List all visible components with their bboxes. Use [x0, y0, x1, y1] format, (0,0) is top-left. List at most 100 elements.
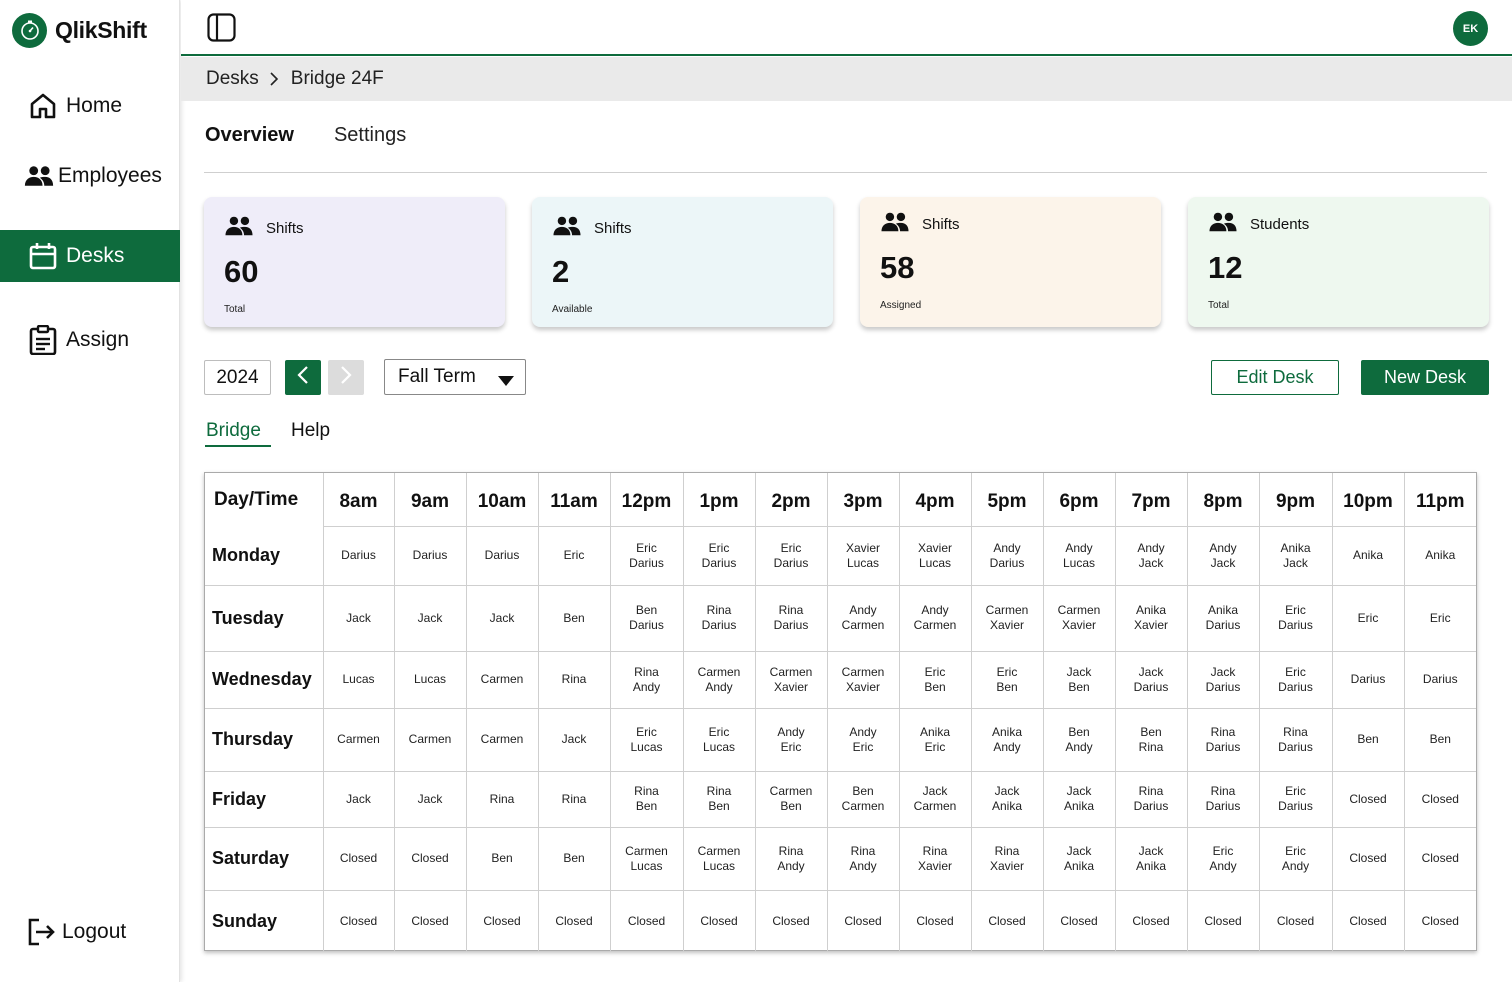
schedule-cell[interactable]: Closed: [322, 889, 395, 952]
schedule-cell[interactable]: Jack Anika: [1042, 770, 1116, 828]
schedule-cell[interactable]: Anika Andy: [970, 707, 1044, 772]
schedule-cell[interactable]: Lucas: [322, 650, 395, 709]
schedule-cell[interactable]: Rina Xavier: [970, 826, 1044, 891]
sidebar-item-assign[interactable]: Assign: [0, 314, 180, 366]
schedule-cell[interactable]: Rina Ben: [682, 770, 756, 828]
schedule-cell[interactable]: Jack: [322, 584, 395, 652]
schedule-cell[interactable]: Eric Darius: [1258, 584, 1333, 652]
schedule-cell[interactable]: Andy Lucas: [1042, 525, 1116, 586]
schedule-cell[interactable]: Lucas: [393, 650, 467, 709]
schedule-cell[interactable]: Closed: [898, 889, 972, 952]
schedule-cell[interactable]: Closed: [537, 889, 611, 952]
schedule-cell[interactable]: Carmen Lucas: [682, 826, 756, 891]
sidebar-item-employees[interactable]: Employees: [0, 150, 180, 202]
schedule-cell[interactable]: Closed: [1403, 826, 1476, 891]
schedule-cell[interactable]: Jack Anika: [1042, 826, 1116, 891]
schedule-cell[interactable]: Ben: [537, 826, 611, 891]
schedule-cell[interactable]: Carmen Xavier: [1042, 584, 1116, 652]
schedule-cell[interactable]: Jack: [322, 770, 395, 828]
schedule-cell[interactable]: Jack Darius: [1114, 650, 1188, 709]
schedule-cell[interactable]: Jack: [393, 770, 467, 828]
schedule-cell[interactable]: Closed: [1258, 889, 1333, 952]
schedule-cell[interactable]: Closed: [1186, 889, 1260, 952]
schedule-cell[interactable]: Eric Darius: [1258, 770, 1333, 828]
schedule-cell[interactable]: Eric: [1331, 584, 1405, 652]
schedule-cell[interactable]: Eric Darius: [1258, 650, 1333, 709]
tab-bridge[interactable]: Bridge: [206, 420, 261, 442]
schedule-cell[interactable]: Rina Andy: [826, 826, 900, 891]
schedule-cell[interactable]: Ben Andy: [1042, 707, 1116, 772]
schedule-cell[interactable]: Jack Anika: [1114, 826, 1188, 891]
schedule-cell[interactable]: Anika Darius: [1186, 584, 1260, 652]
schedule-cell[interactable]: Carmen: [393, 707, 467, 772]
schedule-cell[interactable]: Ben: [1331, 707, 1405, 772]
schedule-cell[interactable]: Xavier Lucas: [898, 525, 972, 586]
sidebar-toggle-icon[interactable]: [207, 13, 236, 42]
breadcrumb-desks[interactable]: Desks: [206, 68, 259, 90]
tab-help[interactable]: Help: [291, 420, 330, 442]
schedule-cell[interactable]: Eric Andy: [1186, 826, 1260, 891]
schedule-cell[interactable]: Closed: [609, 889, 684, 952]
schedule-cell[interactable]: Eric Andy: [1258, 826, 1333, 891]
schedule-cell[interactable]: Jack Carmen: [898, 770, 972, 828]
edit-desk-button[interactable]: Edit Desk: [1211, 360, 1339, 395]
schedule-cell[interactable]: Closed: [1331, 889, 1405, 952]
schedule-cell[interactable]: Darius: [1331, 650, 1405, 709]
schedule-cell[interactable]: Darius: [393, 525, 467, 586]
schedule-cell[interactable]: Xavier Lucas: [826, 525, 900, 586]
schedule-cell[interactable]: Rina Darius: [1258, 707, 1333, 772]
schedule-cell[interactable]: Closed: [1331, 826, 1405, 891]
schedule-cell[interactable]: Eric Darius: [682, 525, 756, 586]
schedule-cell[interactable]: Closed: [393, 826, 467, 891]
schedule-cell[interactable]: Ben Darius: [609, 584, 684, 652]
schedule-cell[interactable]: Carmen Andy: [682, 650, 756, 709]
schedule-cell[interactable]: Anika: [1403, 525, 1476, 586]
schedule-cell[interactable]: Closed: [1403, 889, 1476, 952]
schedule-cell[interactable]: Rina: [537, 770, 611, 828]
schedule-cell[interactable]: Ben: [537, 584, 611, 652]
schedule-cell[interactable]: Closed: [754, 889, 828, 952]
schedule-cell[interactable]: Rina Darius: [1186, 770, 1260, 828]
schedule-cell[interactable]: Carmen Xavier: [754, 650, 828, 709]
schedule-cell[interactable]: Andy Carmen: [898, 584, 972, 652]
year-field[interactable]: 2024: [204, 360, 271, 395]
sidebar-item-desks[interactable]: Desks: [0, 230, 180, 282]
sidebar-item-home[interactable]: Home: [0, 80, 180, 132]
schedule-cell[interactable]: Closed: [465, 889, 539, 952]
schedule-cell[interactable]: Carmen: [465, 650, 539, 709]
schedule-cell[interactable]: Andy Darius: [970, 525, 1044, 586]
schedule-cell[interactable]: Eric: [1403, 584, 1476, 652]
schedule-cell[interactable]: Rina Xavier: [898, 826, 972, 891]
schedule-cell[interactable]: Closed: [1403, 770, 1476, 828]
schedule-cell[interactable]: Rina Darius: [1186, 707, 1260, 772]
schedule-cell[interactable]: Carmen Lucas: [609, 826, 684, 891]
schedule-cell[interactable]: Darius: [1403, 650, 1476, 709]
schedule-cell[interactable]: Jack Darius: [1186, 650, 1260, 709]
schedule-cell[interactable]: Rina Andy: [754, 826, 828, 891]
schedule-cell[interactable]: Ben: [465, 826, 539, 891]
schedule-cell[interactable]: Andy Jack: [1186, 525, 1260, 586]
schedule-cell[interactable]: Eric Ben: [970, 650, 1044, 709]
schedule-cell[interactable]: Rina Andy: [609, 650, 684, 709]
app-logo[interactable]: QlikShift: [12, 12, 147, 48]
schedule-cell[interactable]: Eric Darius: [754, 525, 828, 586]
next-year-button[interactable]: [328, 360, 364, 395]
schedule-cell[interactable]: Andy Eric: [826, 707, 900, 772]
schedule-cell[interactable]: Closed: [1114, 889, 1188, 952]
schedule-cell[interactable]: Darius: [322, 525, 395, 586]
avatar[interactable]: EK: [1453, 11, 1488, 46]
schedule-cell[interactable]: Anika Eric: [898, 707, 972, 772]
schedule-cell[interactable]: Closed: [826, 889, 900, 952]
new-desk-button[interactable]: New Desk: [1361, 360, 1489, 395]
schedule-cell[interactable]: Rina: [537, 650, 611, 709]
schedule-cell[interactable]: Jack: [393, 584, 467, 652]
schedule-cell[interactable]: Rina Darius: [1114, 770, 1188, 828]
schedule-cell[interactable]: Closed: [970, 889, 1044, 952]
schedule-cell[interactable]: Closed: [682, 889, 756, 952]
term-select[interactable]: Fall Term: [384, 359, 526, 395]
schedule-cell[interactable]: Ben Rina: [1114, 707, 1188, 772]
schedule-cell[interactable]: Carmen: [465, 707, 539, 772]
tab-settings[interactable]: Settings: [334, 124, 406, 147]
schedule-cell[interactable]: Andy Jack: [1114, 525, 1188, 586]
schedule-cell[interactable]: Andy Eric: [754, 707, 828, 772]
